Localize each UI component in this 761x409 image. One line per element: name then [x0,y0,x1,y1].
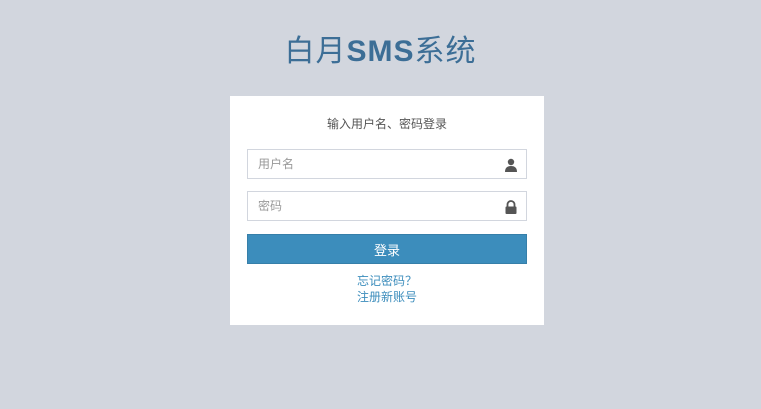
forgot-password-link[interactable]: 忘记密码？ [247,273,527,289]
login-button[interactable]: 登录 [247,234,527,264]
password-input[interactable] [248,192,526,220]
lock-icon [504,199,518,214]
login-links: 忘记密码？ 注册新账号 [247,273,527,305]
logo-bold: SMS [346,35,415,68]
register-link[interactable]: 注册新账号 [247,289,527,305]
username-input[interactable] [248,150,526,178]
logo-prefix: 白月 [284,34,347,69]
login-box-message: 输入用户名、密码登录 [326,117,447,131]
app-logo: 白月SMS系统 [0,32,761,72]
logo-suffix: 系统 [414,34,477,69]
user-icon [504,157,518,172]
login-box: 输入用户名、密码登录 登录 忘记密码？ 注册新账号 [230,96,544,325]
login-page: 白月SMS系统 输入用户名、密码登录 登录 忘记密码？ [0,0,761,409]
username-field [247,149,527,179]
password-field [247,191,527,221]
